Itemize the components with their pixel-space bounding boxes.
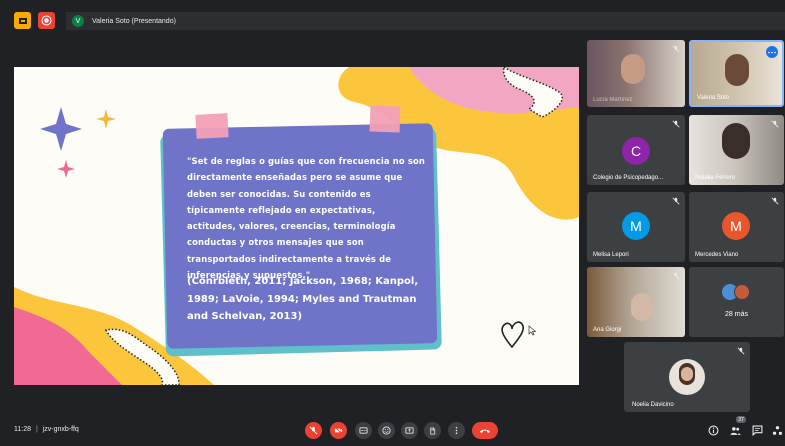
participant-tile-active[interactable]: Valeria Soto (689, 40, 784, 107)
avatar-initial: C (630, 143, 642, 159)
participant-tile[interactable]: Noelia Davicino (624, 342, 750, 412)
participant-tile[interactable]: M Melisa Lepori (587, 192, 685, 262)
info-icon (708, 425, 718, 435)
participant-face (621, 54, 645, 84)
present-icon (405, 427, 414, 434)
present-icon (18, 17, 27, 24)
mic-off-icon (737, 347, 745, 355)
emoji-icon (382, 426, 391, 435)
more-participants-label: 28 más (725, 311, 748, 318)
more-participants-tile[interactable]: 28 más (689, 267, 784, 337)
participant-name: Mercedes Viano (695, 252, 739, 258)
mic-off-icon (672, 120, 680, 128)
card-tape-left (195, 113, 229, 139)
mic-off-icon (672, 272, 680, 280)
participant-name: Natalia Ferrero (695, 175, 736, 181)
separator: | (35, 426, 38, 433)
people-button[interactable] (729, 424, 741, 436)
participant-name: Colegio de Psicopedago... (593, 175, 664, 181)
mic-off-icon (771, 120, 779, 128)
captions-button[interactable] (355, 422, 372, 439)
meeting-details-button[interactable] (707, 424, 719, 436)
mic-toggle-button[interactable] (305, 422, 322, 439)
presenter-label: Valeria Soto (Presentando) (92, 17, 176, 25)
participant-name: Ana Giorgi (593, 327, 622, 333)
more-options-icon[interactable] (766, 46, 778, 58)
participant-tile[interactable]: Ana Giorgi (587, 267, 685, 337)
slide-citation: (Conrbleth, 2011; Jackson, 1968; Kanpol,… (187, 276, 419, 322)
participant-name: Melisa Lepori (593, 252, 629, 258)
participant-face (631, 293, 653, 321)
card-tape-right (369, 105, 401, 133)
leave-call-button[interactable] (472, 422, 498, 439)
people-icon (730, 426, 741, 435)
activities-icon (772, 425, 782, 435)
captions-icon (359, 427, 368, 434)
reactions-button[interactable] (378, 422, 395, 439)
call-end-icon (480, 429, 490, 433)
chat-icon (752, 425, 762, 436)
mouse-cursor-icon (528, 325, 537, 336)
participant-face (725, 54, 749, 86)
activities-button[interactable] (771, 424, 783, 436)
more-options-button[interactable] (448, 422, 465, 439)
raise-hand-button[interactable] (424, 422, 441, 439)
participant-face (722, 123, 750, 159)
camera-toggle-button[interactable] (330, 422, 347, 439)
hand-icon (430, 426, 436, 435)
presenter-banner: V Valeria Soto (Presentando) (66, 12, 785, 30)
chat-button[interactable] (751, 424, 763, 436)
mic-off-icon (309, 426, 318, 435)
record-icon (41, 15, 52, 26)
clock-time: 11:28 (14, 426, 31, 433)
presentation-indicator-button[interactable] (14, 12, 31, 29)
participant-name: Noelia Davicino (632, 402, 674, 408)
participant-tile[interactable]: Natalia Ferrero (689, 115, 784, 185)
participant-avatar (669, 359, 705, 395)
participant-avatar: C (622, 137, 650, 165)
meeting-code: jzv-gnxb-ffq (42, 426, 79, 433)
participant-name: Lucía Martínez (593, 97, 633, 103)
participant-name: Valeria Soto (697, 95, 730, 101)
mic-off-icon (672, 45, 680, 53)
participant-tile[interactable]: C Colegio de Psicopedago... (587, 115, 685, 185)
camera-off-icon (334, 426, 343, 435)
presenter-avatar: V (72, 15, 84, 27)
participant-avatar: M (622, 212, 650, 240)
mic-off-icon (672, 197, 680, 205)
avatar-initial: M (630, 218, 642, 234)
avatar-initial: M (730, 218, 742, 234)
participant-avatar: M (722, 212, 750, 240)
participant-tile[interactable]: Lucía Martínez (587, 40, 685, 107)
people-count-badge: 37 (736, 416, 746, 423)
slide-quote: "Set de reglas o guías que con frecuenci… (187, 156, 425, 281)
more-vert-icon (455, 426, 458, 435)
present-screen-button[interactable] (401, 422, 418, 439)
mic-off-icon (771, 197, 779, 205)
recording-button[interactable] (38, 12, 55, 29)
meeting-info: 11:28 | jzv-gnxb-ffq (14, 426, 79, 433)
participant-tile[interactable]: M Mercedes Viano (689, 192, 784, 262)
participant-avatar (734, 284, 750, 300)
